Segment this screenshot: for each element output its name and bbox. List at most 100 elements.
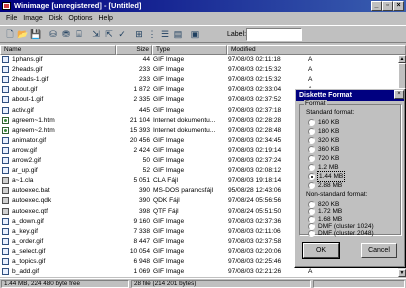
file-type: GIF Image xyxy=(153,157,185,164)
file-attr: A xyxy=(308,268,313,276)
dialog-close-icon[interactable]: × xyxy=(394,90,404,99)
properties-icon[interactable]: ▣ xyxy=(189,29,201,40)
system-file-icon xyxy=(2,177,9,185)
file-size: 5 051 xyxy=(133,177,150,185)
file-size: 10 054 xyxy=(129,247,150,255)
format-icon[interactable]: ⌸ xyxy=(73,29,85,40)
radio-button-icon[interactable] xyxy=(308,164,315,171)
standard-format-caption: Standard format: xyxy=(306,109,355,116)
large-icons-icon[interactable]: ⊞ xyxy=(133,29,145,40)
radio-button-icon[interactable] xyxy=(308,182,315,189)
app-window: Winimage [unregistered] - [Untitled] _ ▫… xyxy=(0,0,406,288)
menu-help[interactable]: Help xyxy=(96,13,116,24)
column-header-type[interactable]: Type xyxy=(152,45,227,55)
inject-icon[interactable]: ⇲ xyxy=(90,29,102,40)
file-type: GIF Image xyxy=(153,268,185,276)
file-type: QDK Fájl xyxy=(153,197,180,205)
file-name: b_add.gif xyxy=(12,268,40,276)
read-disk-icon[interactable]: ⛁ xyxy=(47,29,59,40)
title-bar[interactable]: Winimage [unregistered] - [Untitled] _ ▫… xyxy=(0,0,406,12)
menu-options[interactable]: Options xyxy=(65,13,95,24)
file-name: agreem~1.htm xyxy=(12,116,55,124)
column-header-size[interactable]: Size xyxy=(116,45,152,55)
file-name: about-1.gif xyxy=(12,96,44,104)
file-type: GIF Image xyxy=(153,76,185,84)
file-name: arrow2.gif xyxy=(12,157,41,164)
file-row[interactable]: 2heads.gif 233 GIF Image 97/08/03 02:15:32 A xyxy=(0,65,398,74)
app-icon[interactable] xyxy=(2,2,11,10)
radio-label: 1.44 MB xyxy=(316,171,346,182)
radio-button-icon[interactable] xyxy=(308,230,315,238)
file-size: 1 069 xyxy=(133,268,150,276)
list-icon[interactable]: ☰ xyxy=(159,29,171,40)
status-extra xyxy=(313,280,405,288)
scroll-down-icon[interactable]: ▼ xyxy=(398,269,406,277)
radio-button-icon[interactable] xyxy=(308,137,315,144)
ok-button[interactable]: OK xyxy=(302,242,340,259)
minimize-icon[interactable]: _ xyxy=(371,1,382,11)
file-type: GIF Image xyxy=(153,227,185,235)
file-name: a~1.cla xyxy=(12,177,34,185)
radio-button-icon[interactable] xyxy=(308,208,315,216)
details-icon[interactable]: ▤ xyxy=(172,29,184,40)
file-name: arrow.gif xyxy=(12,146,37,154)
image-file-icon xyxy=(2,247,9,255)
file-type: GIF Image xyxy=(153,86,185,94)
file-modified: 97/08/03 02:15:32 xyxy=(228,76,282,84)
label-input[interactable] xyxy=(246,28,302,41)
menu-file[interactable]: File xyxy=(0,13,20,24)
radio-label: DMF (cluster 2048) xyxy=(318,230,374,238)
close-icon[interactable]: × xyxy=(393,1,404,11)
radio-button-icon[interactable] xyxy=(308,128,315,135)
open-icon[interactable]: 📂 xyxy=(17,29,29,40)
file-size: 50 xyxy=(142,157,150,164)
scroll-up-icon[interactable]: ▲ xyxy=(398,55,406,63)
write-disk-icon[interactable]: ⛃ xyxy=(60,29,72,40)
radio-button-icon[interactable] xyxy=(308,201,315,208)
file-size: 7 338 xyxy=(133,227,150,235)
menu-disk[interactable]: Disk xyxy=(46,13,66,24)
radio-label: 180 KB xyxy=(318,128,340,135)
radio-label: 160 KB xyxy=(318,119,340,126)
radio-button-icon[interactable] xyxy=(308,155,315,162)
file-size: 398 xyxy=(138,207,150,215)
file-type: QTF Fájl xyxy=(153,207,179,215)
radio-button-icon[interactable] xyxy=(308,215,315,223)
status-file-count: 28 file (214 201 bytes) xyxy=(131,280,311,288)
new-icon[interactable]: 🗋 xyxy=(4,29,16,40)
file-row[interactable]: 2heads-1.gif 233 GIF Image 97/08/03 02:15:3… xyxy=(0,75,398,84)
file-size: 9 160 xyxy=(133,217,150,225)
restore-icon[interactable]: ▫ xyxy=(382,1,393,11)
file-type: GIF Image xyxy=(153,167,185,175)
save-icon[interactable]: 💾 xyxy=(30,29,42,40)
radio-button-icon[interactable] xyxy=(308,146,315,153)
radio-label: 1.2 MB xyxy=(318,164,339,171)
radio-button-icon[interactable] xyxy=(308,119,315,126)
diskette-format-dialog: Diskette Format × Format Standard format… xyxy=(294,88,406,268)
file-type: GIF Image xyxy=(153,56,185,63)
radio-button-icon[interactable] xyxy=(308,173,315,180)
status-free-space: 1.44 MB, 224 480 byte free xyxy=(1,280,129,288)
file-size: 15 393 xyxy=(129,126,150,134)
image-file-icon xyxy=(2,136,9,144)
file-type: GIF Image xyxy=(153,258,185,265)
file-size: 390 xyxy=(138,197,150,205)
file-row[interactable]: b_add.gif 1 069 GIF Image 97/08/03 02:21:26… xyxy=(0,267,398,276)
radio-button-icon[interactable] xyxy=(308,222,315,230)
extract-icon[interactable]: ⇱ xyxy=(103,29,115,40)
cancel-button[interactable]: Cancel xyxy=(361,243,397,258)
menu-image[interactable]: Image xyxy=(20,13,45,24)
file-size: 2 424 xyxy=(133,146,150,154)
file-name: a_select.gif xyxy=(12,247,46,255)
file-name: autoexec.qtf xyxy=(12,207,48,215)
file-modified: 97/08/03 02:15:32 xyxy=(228,66,282,74)
delete-icon[interactable]: ✓ xyxy=(116,29,128,40)
radio-label: 320 KB xyxy=(318,137,340,144)
column-header-name[interactable]: Name xyxy=(0,45,116,55)
file-row[interactable]: 1phans.gif 44 GIF Image 97/08/03 02:11:18 A xyxy=(0,55,398,64)
image-file-icon xyxy=(2,106,9,114)
image-file-icon xyxy=(2,157,9,164)
file-type: GIF Image xyxy=(153,146,185,154)
small-icons-icon[interactable]: ⋮ xyxy=(146,29,158,40)
column-header-modified[interactable]: Modified xyxy=(227,45,406,55)
